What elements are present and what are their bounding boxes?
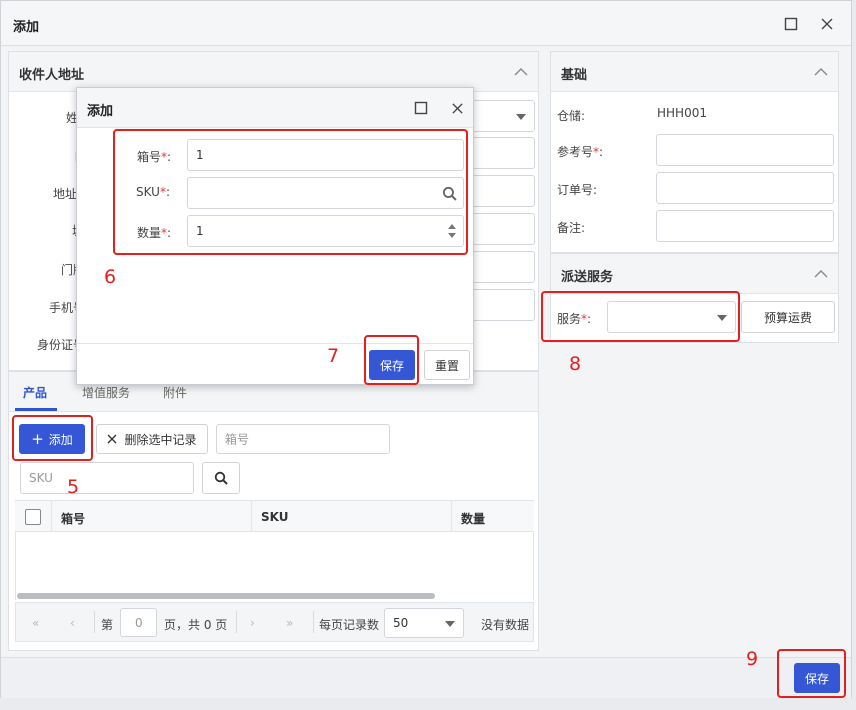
note-label: 备注: [557, 221, 586, 235]
pager-separator [236, 611, 237, 633]
window-title: 添加 [13, 20, 40, 35]
annotation-label-7: 7 [327, 345, 340, 367]
product-grid-body [15, 532, 534, 600]
next-page-icon[interactable]: › [250, 616, 255, 630]
reference-label-text: 参考号 [557, 145, 594, 159]
box-number-filter-input[interactable]: 箱号 [216, 424, 390, 454]
maximize-icon[interactable] [781, 14, 801, 34]
estimate-freight-button[interactable]: 预算运费 [741, 301, 835, 333]
product-grid-header: 箱号 SKU 数量 [15, 500, 534, 533]
reference-label: 参考号*: [557, 143, 603, 160]
tab-products[interactable]: 产品 [23, 384, 47, 401]
no-data-text: 没有数据 [481, 618, 530, 632]
recipient-panel-header[interactable]: 收件人地址 [9, 52, 538, 92]
recipient-panel-title: 收件人地址 [19, 68, 85, 83]
box-number-placeholder: 箱号 [225, 432, 250, 447]
delivery-panel-title: 派送服务 [561, 270, 614, 285]
select-all-checkbox[interactable] [25, 509, 41, 525]
window-footer [1, 657, 851, 698]
chevron-up-icon[interactable] [814, 67, 828, 77]
dialog-title: 添加 [87, 104, 114, 119]
per-page-label: 每页记录数 [319, 618, 380, 632]
column-separator [251, 501, 252, 533]
annotation-box-5 [12, 415, 93, 461]
order-number-input[interactable] [656, 172, 834, 204]
annotation-box-8 [541, 291, 740, 342]
close-icon[interactable] [817, 14, 837, 34]
annotation-label-8: 8 [569, 353, 582, 375]
per-page-value: 50 [393, 616, 409, 630]
annotation-label-5: 5 [67, 476, 80, 498]
dialog-title-bar: 添加 [77, 88, 473, 128]
warehouse-value: HHH001 [657, 106, 707, 120]
order-number-label: 订单号: [557, 183, 598, 197]
window-title-bar: 添加 [1, 1, 851, 46]
column-sku[interactable]: SKU [261, 510, 288, 524]
column-separator [451, 501, 452, 533]
base-panel: 基础 仓储: HHH001 参考号*: 订单号: 备注: [550, 51, 839, 253]
page-number-value: 0 [135, 615, 143, 630]
page-suffix: 页，共 0 页 [164, 618, 228, 632]
pager-separator [94, 611, 95, 633]
per-page-select[interactable]: 50 [384, 608, 464, 638]
prev-page-icon[interactable]: ‹ [70, 616, 75, 630]
label-colon: : [599, 145, 604, 159]
dropdown-caret-icon [516, 114, 526, 120]
horizontal-scrollbar[interactable] [17, 593, 435, 599]
column-box-number[interactable]: 箱号 [61, 510, 85, 527]
pager-separator [313, 611, 314, 633]
dialog-reset-button[interactable]: 重置 [424, 350, 470, 380]
annotation-box-6 [113, 129, 468, 255]
search-button[interactable] [202, 462, 240, 494]
pager-bar: « ‹ 第 0 页，共 0 页 › » 每页记录数 50 没有数据 [15, 602, 534, 642]
annotation-box-9 [777, 649, 846, 698]
base-panel-title: 基础 [561, 68, 588, 83]
delete-selected-button[interactable]: 删除选中记录 [96, 424, 208, 454]
sku-filter-input[interactable]: SKU [20, 462, 194, 494]
search-icon [214, 471, 228, 485]
delete-selected-label: 删除选中记录 [124, 432, 197, 447]
products-panel: 产品 增值服务 附件 + 添加 删除选中记录 箱号 SKU 箱号 SKU 数量 … [8, 371, 539, 651]
annotation-label-9: 9 [746, 648, 759, 670]
delivery-panel-header[interactable]: 派送服务 [551, 254, 838, 294]
last-page-icon[interactable]: » [286, 616, 293, 630]
annotation-label-6: 6 [104, 266, 117, 288]
base-panel-header[interactable]: 基础 [551, 52, 838, 92]
page-number-input[interactable]: 0 [120, 608, 157, 637]
close-icon [107, 434, 117, 444]
column-separator [51, 501, 52, 533]
tab-value-added[interactable]: 增值服务 [82, 384, 130, 401]
sku-placeholder: SKU [29, 471, 53, 485]
warehouse-label: 仓储: [557, 109, 586, 123]
close-icon[interactable] [447, 98, 467, 118]
dropdown-caret-icon [445, 621, 455, 627]
recipient-label-address: 地址 [53, 187, 78, 201]
note-input[interactable] [656, 210, 834, 242]
maximize-icon[interactable] [411, 98, 431, 118]
active-tab-indicator [15, 408, 57, 411]
chevron-up-icon[interactable] [514, 67, 528, 77]
annotation-box-7 [364, 335, 419, 385]
column-quantity[interactable]: 数量 [461, 510, 485, 527]
page-prefix: 第 [101, 618, 114, 632]
reference-number-input[interactable] [656, 134, 834, 166]
chevron-up-icon[interactable] [814, 269, 828, 279]
tab-attachments[interactable]: 附件 [163, 384, 187, 401]
first-page-icon[interactable]: « [32, 616, 39, 630]
